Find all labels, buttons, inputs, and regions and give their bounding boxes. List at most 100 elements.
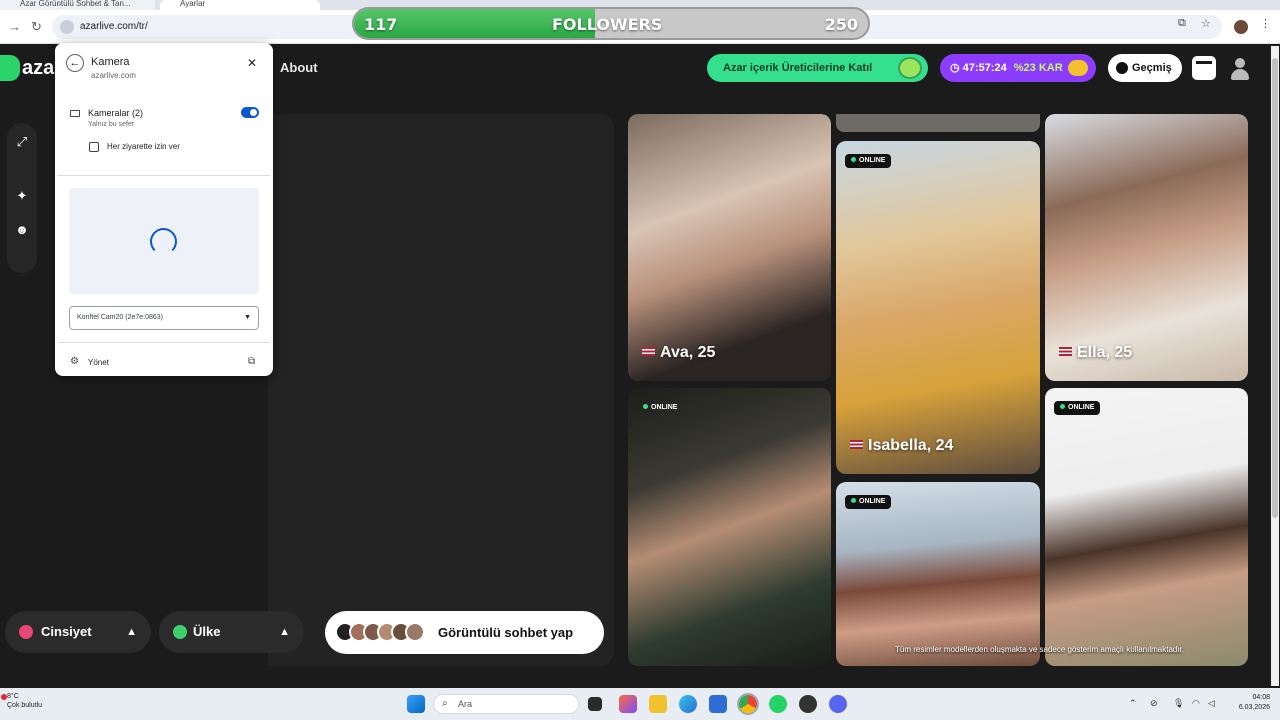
microphone-icon[interactable]: 🎙︎ <box>1173 698 1184 709</box>
back-arrow-icon[interactable]: ← <box>66 54 84 72</box>
file-explorer-icon[interactable] <box>649 695 667 713</box>
promo-timer: 47:57:24 <box>962 62 1007 74</box>
network-off-icon[interactable]: ⊘ <box>1150 698 1158 709</box>
clock-time: 04:08 <box>1252 694 1270 701</box>
external-link-icon[interactable]: ⧉ <box>248 356 255 367</box>
history-button[interactable]: Geçmiş <box>1108 54 1182 82</box>
profile-card-name: Ava, 25 <box>642 344 715 362</box>
profile-card-beach[interactable]: ONLINE <box>836 482 1040 666</box>
browser-tab-settings[interactable]: Ayarlar <box>160 0 320 10</box>
discord-icon[interactable] <box>829 695 847 713</box>
site-info-icon[interactable] <box>60 20 74 34</box>
profile-card-name: Ella, 25 <box>1059 344 1132 362</box>
azar-logo-icon[interactable] <box>0 55 20 81</box>
store-app-icon[interactable] <box>709 695 727 713</box>
followers-label: FOLLOWERS <box>552 15 663 34</box>
clock-date: 6.03.2026 <box>1238 704 1270 711</box>
creator-badge-icon <box>898 57 922 79</box>
online-badge: ONLINE <box>845 154 892 168</box>
weather-alert-icon <box>1 694 7 700</box>
creator-join-button[interactable]: Azar içerik Üreticilerine Katıl <box>707 54 928 82</box>
browser-tab-azar[interactable]: Azar Görüntülü Sohbet & Tan... <box>0 0 155 10</box>
profile-card-ava[interactable]: Ava, 25 <box>628 114 831 381</box>
promo-timer-button[interactable]: ◷ 47:57:24 %23 KAR <box>940 54 1096 82</box>
online-badge: ONLINE <box>1054 401 1101 415</box>
loading-spinner-icon <box>150 228 177 255</box>
effects-wand-icon[interactable]: ✦ <box>15 189 29 203</box>
taskbar: 8°C Çok bulutlu ⌕ Ara ⌃ ⊘ 🎙︎ ◠ ◁ 04:08 6… <box>0 688 1280 720</box>
taskbar-search[interactable]: ⌕ Ara <box>433 694 579 714</box>
about-link[interactable]: About <box>280 60 318 75</box>
chrome-icon[interactable] <box>737 693 759 715</box>
avatar <box>405 622 425 642</box>
gender-filter-label: Cinsiyet <box>41 624 92 639</box>
profile-card-ella[interactable]: Ella, 25 <box>1045 114 1248 381</box>
camera-select[interactable]: Konftel Cam20 (2e7e:0863) ▼ <box>69 306 259 330</box>
cameras-sublabel: Yalnız bu sefer <box>88 121 135 128</box>
clock-icon: ◷ <box>950 62 960 74</box>
cameras-label: Kameralar (2) <box>88 108 144 118</box>
popup-title: Kamera <box>91 56 130 68</box>
camera-select-value: Konftel Cam20 (2e7e:0863) <box>77 314 163 321</box>
search-icon: ⌕ <box>442 698 448 709</box>
profile-card-male[interactable]: ONLINE <box>628 388 831 666</box>
whatsapp-icon[interactable] <box>769 695 787 713</box>
gear-icon[interactable]: ⚙ <box>70 356 79 367</box>
country-filter-label: Ülke <box>193 624 221 639</box>
copilot-icon[interactable] <box>619 695 637 713</box>
disclaimer-text: Tüm resimler modellerden oluşmakta ve sa… <box>895 645 1185 654</box>
camera-icon <box>70 110 80 117</box>
us-flag-icon <box>642 347 655 356</box>
user-profile-icon[interactable] <box>1228 56 1252 80</box>
start-video-chat-button[interactable]: Görüntülü sohbet yap <box>325 611 604 654</box>
manage-link[interactable]: Yönet <box>88 358 109 367</box>
allow-every-visit-label[interactable]: Her ziyarette izin ver <box>107 142 180 151</box>
task-view-icon[interactable] <box>588 697 602 711</box>
expand-icon[interactable]: ⤢ <box>15 135 29 149</box>
popup-site: azarlive.com <box>91 71 136 80</box>
chevron-up-icon: ▲ <box>279 626 290 638</box>
followers-current: 117 <box>364 15 398 34</box>
gender-filter-button[interactable]: Cinsiyet ▲ <box>5 611 151 653</box>
scrollbar-thumb[interactable] <box>1272 58 1278 518</box>
system-clock[interactable]: 04:08 6.03.2026 <box>1232 693 1270 713</box>
close-icon[interactable]: ✕ <box>247 56 257 70</box>
history-label: Geçmiş <box>1132 62 1172 74</box>
edge-icon[interactable] <box>679 695 697 713</box>
us-flag-icon <box>1059 347 1072 356</box>
creator-join-label: Azar içerik Üreticilerine Katıl <box>723 62 873 74</box>
weather-desc: Çok bulutlu <box>7 702 43 709</box>
weather-temp: 8°C <box>7 693 19 700</box>
obs-icon[interactable] <box>799 695 817 713</box>
install-app-icon[interactable]: ⧉ <box>1178 17 1186 30</box>
video-preview-area <box>268 114 614 666</box>
online-badge: ONLINE <box>637 401 683 415</box>
us-flag-icon <box>850 440 863 449</box>
page-scrollbar[interactable] <box>1271 46 1279 686</box>
browser-menu-icon[interactable]: ⋮ <box>1260 17 1271 30</box>
wifi-icon[interactable]: ◠ <box>1192 698 1200 709</box>
face-filter-icon[interactable]: ☻ <box>15 223 29 237</box>
speaker-icon[interactable]: ◁ <box>1208 698 1215 709</box>
profile-card-smile[interactable]: ONLINE <box>1045 388 1248 666</box>
camera-permission-toggle[interactable] <box>241 107 259 118</box>
country-filter-button[interactable]: Ülke ▲ <box>159 611 304 653</box>
chevron-up-icon: ▲ <box>126 626 137 638</box>
store-icon[interactable] <box>1192 56 1216 80</box>
profile-card-partial[interactable] <box>836 114 1040 132</box>
start-video-chat-label: Görüntülü sohbet yap <box>438 625 574 640</box>
forward-icon[interactable]: → <box>8 19 21 35</box>
profile-avatar[interactable] <box>1234 20 1248 34</box>
tray-chevron-icon[interactable]: ⌃ <box>1129 698 1137 709</box>
camera-permission-popup: ← Kamera azarlive.com ✕ Kameralar (2) Ya… <box>55 43 273 376</box>
url-text[interactable]: azarlive.com/tr/ <box>80 21 148 32</box>
allow-every-visit-checkbox[interactable] <box>89 142 99 152</box>
online-badge: ONLINE <box>845 495 892 509</box>
reload-icon[interactable]: ↻ <box>31 19 42 35</box>
profile-card-isabella[interactable]: ONLINE Isabella, 24 <box>836 141 1040 474</box>
avatar-stack <box>335 622 425 642</box>
profile-card-name: Isabella, 24 <box>850 437 953 455</box>
weather-widget[interactable]: 8°C Çok bulutlu <box>1 692 43 710</box>
start-menu-icon[interactable] <box>407 695 425 713</box>
bookmark-star-icon[interactable]: ☆ <box>1201 17 1211 30</box>
